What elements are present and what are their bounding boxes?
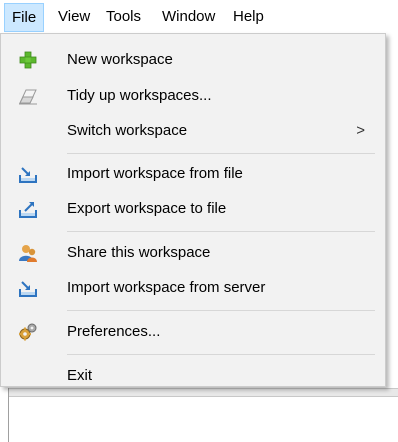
gears-icon — [18, 322, 38, 342]
menu-item-label: Import workspace from file — [67, 165, 243, 182]
menu-item-label: Tidy up workspaces... — [67, 87, 212, 104]
menu-item-tidy-up-workspaces[interactable]: Tidy up workspaces... — [1, 81, 385, 111]
menu-separator — [67, 354, 375, 355]
menu-item-exit[interactable]: Exit — [1, 361, 385, 391]
eraser-icon — [18, 86, 38, 106]
menu-view[interactable]: View — [51, 4, 97, 30]
menu-separator — [67, 310, 375, 311]
menu-item-label: New workspace — [67, 51, 173, 68]
menu-item-switch-workspace[interactable]: Switch workspace > — [1, 116, 385, 146]
menu-file[interactable]: File — [4, 3, 45, 32]
menu-bar: File View Tools Window Help — [0, 0, 398, 33]
chevron-right-icon: > — [356, 122, 365, 139]
green-plus-icon — [18, 50, 38, 70]
menu-item-import-workspace-from-file[interactable]: Import workspace from file — [1, 159, 385, 189]
menu-window[interactable]: Window — [155, 4, 222, 30]
menu-tools[interactable]: Tools — [99, 4, 148, 30]
menu-separator — [67, 231, 375, 232]
export-tray-icon — [18, 199, 38, 219]
workspace-area — [8, 388, 398, 442]
menu-item-export-workspace-to-file[interactable]: Export workspace to file — [1, 194, 385, 224]
menu-item-label: Export workspace to file — [67, 200, 227, 217]
menu-item-share-this-workspace[interactable]: Share this workspace — [1, 238, 385, 268]
users-share-icon — [18, 243, 38, 263]
menu-separator — [67, 153, 375, 154]
menu-item-label: Preferences... — [67, 323, 161, 340]
menu-item-new-workspace[interactable]: New workspace — [1, 45, 385, 75]
menu-item-import-workspace-from-server[interactable]: Import workspace from server — [1, 273, 385, 303]
file-menu-dropdown: New workspace Tidy up workspaces... Swit… — [0, 33, 386, 387]
menu-item-label: Import workspace from server — [67, 279, 266, 296]
menu-item-label: Exit — [67, 367, 93, 384]
import-tray-icon — [18, 278, 38, 298]
import-tray-icon — [18, 164, 38, 184]
menu-item-label: Switch workspace — [67, 122, 188, 139]
menu-item-preferences[interactable]: Preferences... — [1, 317, 385, 347]
menu-item-label: Share this workspace — [67, 244, 211, 261]
menu-help[interactable]: Help — [226, 4, 271, 30]
